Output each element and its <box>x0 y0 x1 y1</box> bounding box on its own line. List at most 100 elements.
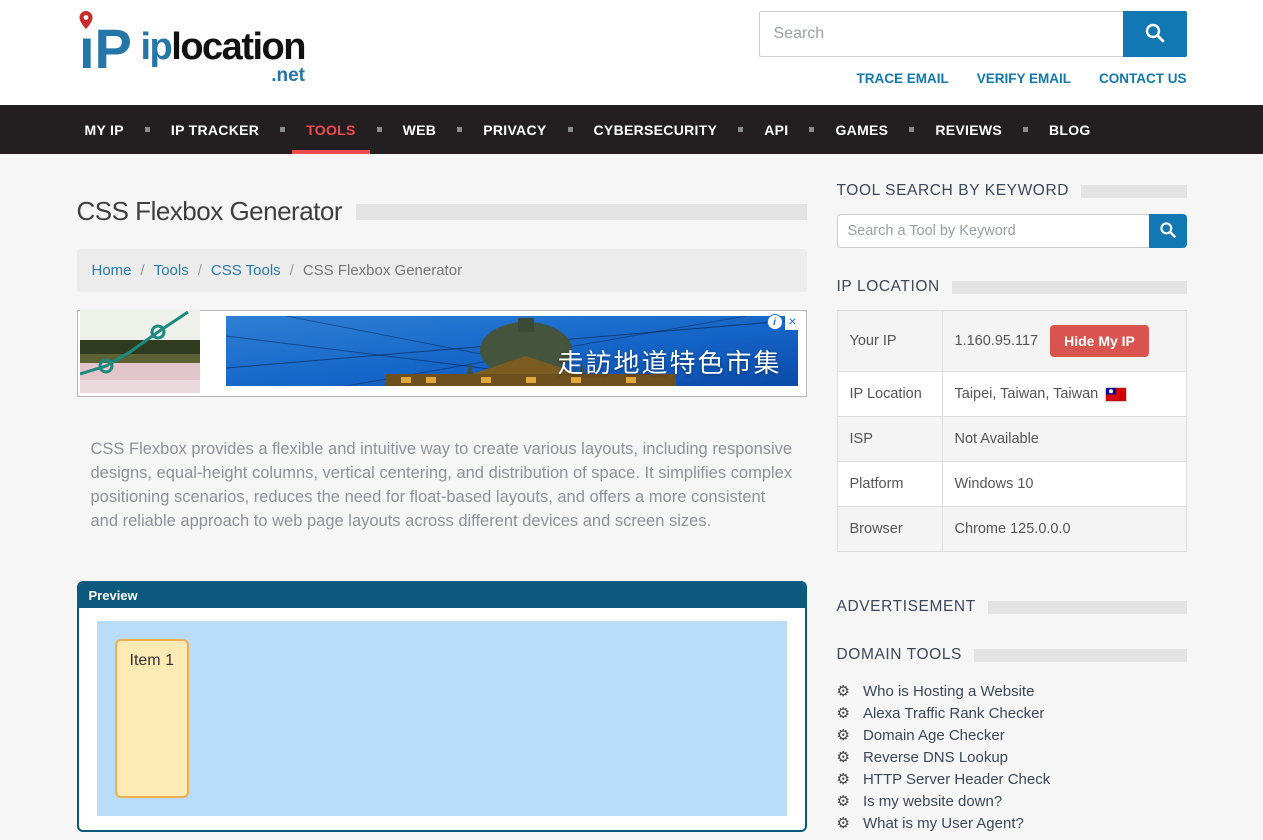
gear-icon: ⚙ <box>837 728 850 743</box>
flex-preview-item: Item 1 <box>115 639 189 798</box>
domain-tools-list: ⚙ Who is Hosting a Website ⚙ Alexa Traffic… <box>837 680 1187 834</box>
header-search-button[interactable] <box>1123 11 1187 57</box>
domain-tool-link-alexa-rank[interactable]: Alexa Traffic Rank Checker <box>863 705 1044 722</box>
preview-panel-title: Preview <box>79 583 805 608</box>
nav-separator <box>568 127 573 132</box>
heading-decor-bar <box>988 601 1187 614</box>
ad-info-icon[interactable]: i <box>767 314 783 330</box>
preview-panel: Preview Item 1 <box>77 581 807 832</box>
taiwan-flag-icon <box>1106 388 1126 401</box>
row-label: ISP <box>837 417 942 462</box>
gear-icon: ⚙ <box>837 684 850 699</box>
nav-separator <box>909 127 914 132</box>
domain-tool-link-hosting[interactable]: Who is Hosting a Website <box>863 683 1034 700</box>
tool-search-button[interactable] <box>1149 214 1187 248</box>
your-ip-value: 1.160.95.117 <box>955 333 1039 349</box>
search-icon <box>1159 221 1177 242</box>
tool-search-input[interactable] <box>837 214 1149 248</box>
nav-separator <box>457 127 462 132</box>
ad-close-icon[interactable]: × <box>785 314 801 330</box>
nav-item-blog[interactable]: BLOG <box>1049 105 1091 154</box>
gear-icon: ⚙ <box>837 706 850 721</box>
table-row-ip-location: IP Location Taipei, Taiwan, Taiwan <box>837 372 1186 417</box>
ip-location-value: Taipei, Taiwan, Taiwan <box>955 386 1099 402</box>
gear-icon: ⚙ <box>837 794 850 809</box>
ip-location-table: Your IP 1.160.95.117 Hide My IP IP Locat… <box>837 310 1187 552</box>
heading-decor-bar <box>952 281 1187 294</box>
list-item: ⚙ Who is Hosting a Website <box>837 680 1187 702</box>
list-item: ⚙ Is my website down? <box>837 790 1187 812</box>
ad-left-image <box>80 310 200 398</box>
advertisement-heading: ADVERTISEMENT <box>837 598 1187 616</box>
breadcrumb-css-tools[interactable]: CSS Tools <box>211 262 281 279</box>
gear-icon: ⚙ <box>837 750 850 765</box>
gear-icon: ⚙ <box>837 816 850 831</box>
list-item: ⚙ Domain Age Checker <box>837 724 1187 746</box>
heading-decor-bar <box>974 649 1187 662</box>
logo-wordmark: iplocation .net <box>141 28 305 85</box>
breadcrumb-tools[interactable]: Tools <box>154 262 189 279</box>
breadcrumb: Home / Tools / CSS Tools / CSS Flexbox G… <box>77 249 807 292</box>
nav-item-privacy[interactable]: PRIVACY <box>483 105 546 154</box>
trace-email-link[interactable]: TRACE EMAIL <box>856 71 948 86</box>
nav-separator <box>377 127 382 132</box>
list-item: ⚙ What is my User Agent? <box>837 812 1187 834</box>
nav-item-games[interactable]: GAMES <box>835 105 888 154</box>
search-icon <box>1144 22 1166 47</box>
domain-tool-link-user-agent[interactable]: What is my User Agent? <box>863 815 1024 832</box>
list-item: ⚙ Reverse DNS Lookup <box>837 746 1187 768</box>
ad-banner[interactable]: 走訪地道特色市集 i × <box>77 310 807 397</box>
logo-monogram-icon: ıP <box>77 10 139 81</box>
nav-item-web[interactable]: WEB <box>403 105 437 154</box>
nav-item-api[interactable]: API <box>764 105 788 154</box>
header-search-input[interactable] <box>759 11 1123 57</box>
nav-separator <box>280 127 285 132</box>
row-label: Browser <box>837 507 942 552</box>
tool-search-heading: TOOL SEARCH BY KEYWORD <box>837 182 1187 200</box>
sidebar: TOOL SEARCH BY KEYWORD IP LOCATION Your … <box>837 182 1187 834</box>
hide-my-ip-button[interactable]: Hide My IP <box>1050 325 1149 357</box>
list-item: ⚙ HTTP Server Header Check <box>837 768 1187 790</box>
table-row-platform: Platform Windows 10 <box>837 462 1186 507</box>
row-label: Your IP <box>837 311 942 372</box>
domain-tool-link-website-down[interactable]: Is my website down? <box>863 793 1002 810</box>
domain-tools-heading: DOMAIN TOOLS <box>837 646 1187 664</box>
domain-tool-link-http-header[interactable]: HTTP Server Header Check <box>863 771 1050 788</box>
nav-item-ip-tracker[interactable]: IP TRACKER <box>171 105 259 154</box>
nav-item-my-ip[interactable]: MY IP <box>85 105 124 154</box>
header-links: TRACE EMAIL VERIFY EMAIL CONTACT US <box>759 71 1187 86</box>
browser-value: Chrome 125.0.0.0 <box>942 507 1186 552</box>
verify-email-link[interactable]: VERIFY EMAIL <box>977 71 1071 86</box>
table-row-isp: ISP Not Available <box>837 417 1186 462</box>
table-row-browser: Browser Chrome 125.0.0.0 <box>837 507 1186 552</box>
breadcrumb-home[interactable]: Home <box>92 262 132 279</box>
row-label: IP Location <box>837 372 942 417</box>
nav-separator <box>738 127 743 132</box>
table-row-your-ip: Your IP 1.160.95.117 Hide My IP <box>837 311 1186 372</box>
header-search <box>759 11 1187 57</box>
site-logo[interactable]: ıP iplocation .net <box>77 10 305 86</box>
nav-item-reviews[interactable]: REVIEWS <box>935 105 1002 154</box>
tool-description: CSS Flexbox provides a flexible and intu… <box>77 437 793 533</box>
nav-separator <box>809 127 814 132</box>
breadcrumb-current: CSS Flexbox Generator <box>303 262 462 279</box>
nav-separator <box>1023 127 1028 132</box>
contact-us-link[interactable]: CONTACT US <box>1099 71 1187 86</box>
preview-body: Item 1 <box>79 608 805 830</box>
domain-tool-link-domain-age[interactable]: Domain Age Checker <box>863 727 1005 744</box>
title-decor-bar <box>356 204 806 220</box>
tool-search <box>837 214 1187 248</box>
flex-preview-container: Item 1 <box>97 621 787 816</box>
domain-tool-link-reverse-dns[interactable]: Reverse DNS Lookup <box>863 749 1008 766</box>
site-header: ıP iplocation .net TRACE EMAIL <box>0 0 1263 105</box>
gear-icon: ⚙ <box>837 772 850 787</box>
platform-value: Windows 10 <box>942 462 1186 507</box>
ad-overlay-text: 走訪地道特色市集 <box>557 343 781 380</box>
nav-item-tools[interactable]: TOOLS <box>306 105 355 154</box>
nav-separator <box>145 127 150 132</box>
row-label: Platform <box>837 462 942 507</box>
isp-value: Not Available <box>942 417 1186 462</box>
main-nav: MY IP IP TRACKER TOOLS WEB PRIVACY CYBER… <box>0 105 1263 154</box>
list-item: ⚙ Alexa Traffic Rank Checker <box>837 702 1187 724</box>
nav-item-cybersecurity[interactable]: CYBERSECURITY <box>594 105 718 154</box>
